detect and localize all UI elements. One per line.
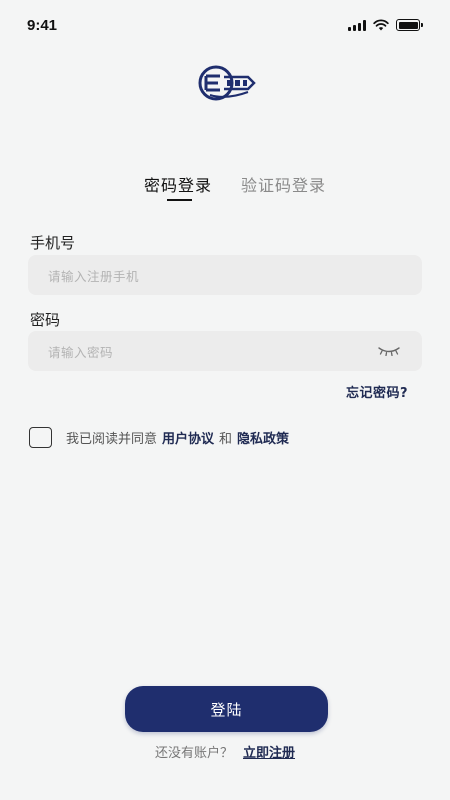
status-icons	[348, 19, 423, 31]
cellular-signal-icon	[348, 19, 366, 31]
brand-logo	[198, 65, 256, 101]
active-tab-indicator	[167, 199, 192, 201]
agreement-checkbox[interactable]	[29, 427, 52, 448]
agreement-text: 我已阅读并同意 用户协议和隐私政策	[66, 428, 289, 447]
password-placeholder: 请输入密码	[48, 344, 114, 360]
status-bar: 9:41	[0, 0, 450, 50]
phone-placeholder: 请输入注册手机	[48, 268, 140, 284]
tab-password-login[interactable]: 密码登录	[144, 172, 212, 196]
phone-label: 手机号	[30, 234, 76, 252]
status-time: 9:41	[27, 17, 58, 34]
password-input[interactable]: 请输入密码	[28, 331, 422, 371]
agreement-conjunction: 和	[219, 432, 233, 447]
no-account-text: 还没有账户？	[154, 746, 233, 761]
privacy-policy-link[interactable]: 隐私政策	[237, 432, 289, 447]
eye-closed-icon[interactable]	[378, 346, 400, 356]
register-link[interactable]: 立即注册	[243, 746, 295, 761]
agreement-row: 我已阅读并同意 用户协议和隐私政策	[29, 427, 289, 448]
battery-fill	[398, 21, 418, 29]
tab-code-login[interactable]: 验证码登录	[241, 172, 326, 196]
battery-icon	[396, 19, 423, 31]
user-agreement-link[interactable]: 用户协议	[162, 432, 214, 447]
agreement-prefix: 我已阅读并同意	[66, 432, 158, 447]
forgot-password-link[interactable]: 忘记密码?	[346, 382, 408, 401]
wifi-icon	[373, 19, 389, 31]
register-row: 还没有账户？ 立即注册	[0, 742, 450, 761]
login-button[interactable]: 登陆	[125, 686, 328, 732]
password-label: 密码	[30, 311, 61, 329]
phone-input[interactable]: 请输入注册手机	[28, 255, 422, 295]
